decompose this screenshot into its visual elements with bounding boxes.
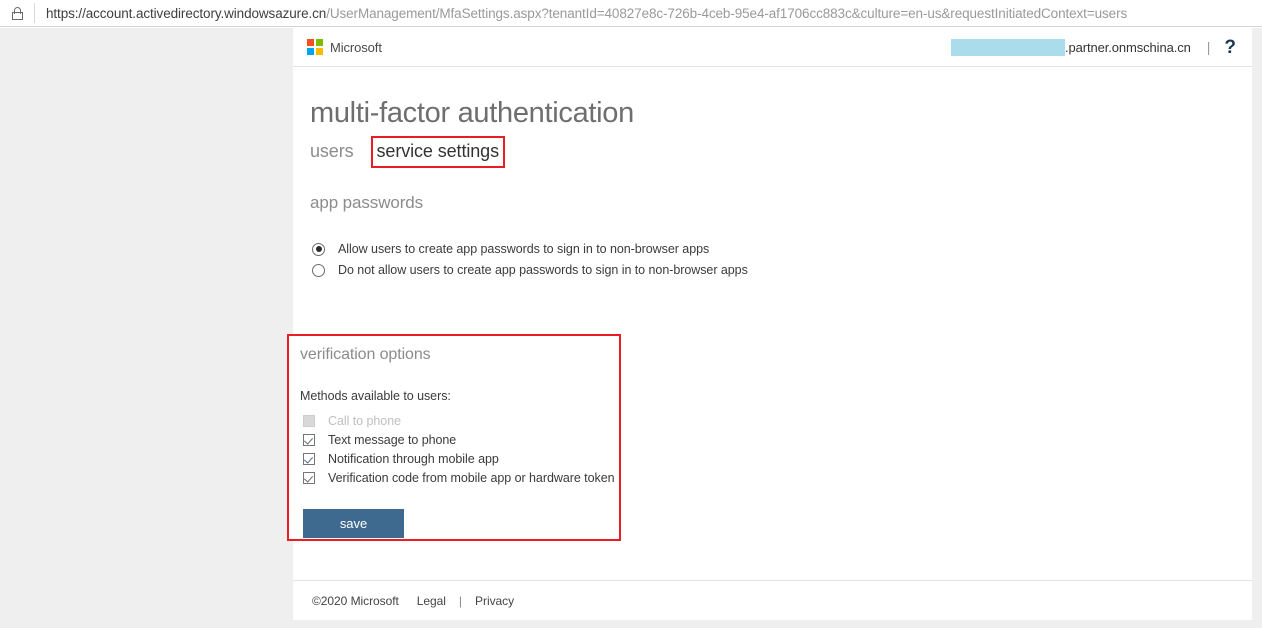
microsoft-logo-icon: [307, 39, 323, 55]
footer-link-legal[interactable]: Legal: [417, 594, 446, 608]
header-account-area: .partner.onmschina.cn | ?: [950, 38, 1242, 57]
checkbox-row-call-to-phone: Call to phone: [300, 411, 619, 430]
tab-users[interactable]: users: [310, 139, 354, 163]
checkbox-verification-code-icon[interactable]: [303, 471, 315, 484]
radio-option-disallow[interactable]: Do not allow users to create app passwor…: [310, 260, 1252, 280]
verification-methods-list: Call to phone Text message to phone Noti…: [300, 411, 619, 487]
checkbox-notification-mobile-app-icon[interactable]: [303, 452, 315, 465]
annotation-box-service-settings: service settings: [370, 136, 505, 168]
tab-service-settings[interactable]: service settings: [377, 141, 500, 161]
checkbox-label-verification-code: Verification code from mobile app or har…: [328, 470, 615, 485]
checkbox-row-text-message[interactable]: Text message to phone: [300, 430, 619, 449]
app-footer: ©2020 Microsoft Legal | Privacy: [293, 580, 1252, 620]
radio-button-allow-icon[interactable]: [312, 242, 325, 256]
checkbox-row-verification-code[interactable]: Verification code from mobile app or har…: [300, 468, 619, 487]
main-content: multi-factor authentication users servic…: [287, 67, 1252, 578]
account-domain-label: .partner.onmschina.cn: [1064, 39, 1191, 55]
verification-options-card: verification options Methods available t…: [289, 336, 619, 538]
app-panel: Microsoft .partner.onmschina.cn | ? mult…: [287, 28, 1252, 620]
site-security-lock[interactable]: [0, 0, 34, 27]
checkbox-label-notification-mobile-app: Notification through mobile app: [328, 451, 499, 466]
app-passwords-radio-group: Allow users to create app passwords to s…: [310, 239, 1252, 280]
footer-copyright: ©2020 Microsoft: [312, 593, 399, 608]
footer-link-privacy[interactable]: Privacy: [475, 594, 514, 608]
checkbox-call-to-phone-icon: [303, 414, 315, 427]
checkbox-label-text-message: Text message to phone: [328, 432, 457, 447]
checkbox-text-message-icon[interactable]: [303, 433, 315, 446]
checkbox-label-call-to-phone: Call to phone: [328, 413, 402, 428]
radio-label-disallow: Do not allow users to create app passwor…: [338, 263, 748, 277]
app-header: Microsoft .partner.onmschina.cn | ?: [293, 28, 1252, 67]
browser-address-bar: https://account.activedirectory.windowsa…: [0, 0, 1262, 27]
tab-bar: users service settings: [310, 136, 1252, 169]
annotation-box-verification-options: verification options Methods available t…: [287, 334, 621, 541]
url-input[interactable]: https://account.activedirectory.windowsa…: [35, 6, 1127, 21]
redacted-account-block: [950, 38, 1065, 56]
lock-icon: [11, 6, 23, 20]
question-mark-icon[interactable]: ?: [1224, 38, 1242, 57]
methods-available-label: Methods available to users:: [300, 389, 451, 403]
radio-button-disallow-icon[interactable]: [312, 263, 325, 277]
account-name[interactable]: .partner.onmschina.cn: [950, 38, 1191, 56]
app-passwords-heading: app passwords: [310, 193, 424, 212]
radio-label-allow: Allow users to create app passwords to s…: [338, 242, 710, 256]
page-canvas: Microsoft .partner.onmschina.cn | ? mult…: [0, 28, 1262, 628]
verification-options-heading: verification options: [300, 346, 431, 363]
radio-option-allow[interactable]: Allow users to create app passwords to s…: [310, 239, 1252, 259]
footer-separator: |: [458, 593, 463, 608]
save-button[interactable]: save: [303, 509, 404, 538]
brand-label: Microsoft: [330, 39, 382, 55]
checkbox-row-notification-mobile-app[interactable]: Notification through mobile app: [300, 449, 619, 468]
header-divider: |: [1206, 39, 1211, 55]
microsoft-brand[interactable]: Microsoft: [307, 39, 382, 55]
page-title: multi-factor authentication: [310, 97, 634, 129]
